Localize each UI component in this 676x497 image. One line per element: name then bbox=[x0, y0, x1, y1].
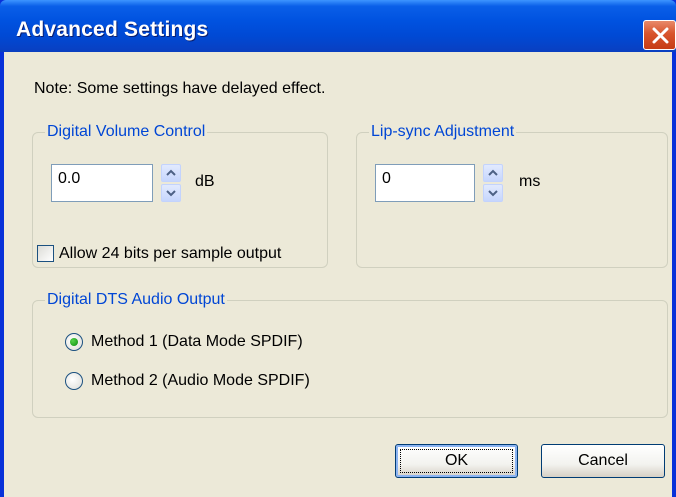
allow-24bit-checkbox[interactable] bbox=[37, 245, 54, 262]
method1-label[interactable]: Method 1 (Data Mode SPDIF) bbox=[91, 333, 303, 351]
method2-label[interactable]: Method 2 (Audio Mode SPDIF) bbox=[91, 372, 310, 390]
cancel-button-label: Cancel bbox=[578, 452, 628, 469]
allow-24bit-label[interactable]: Allow 24 bits per sample output bbox=[59, 245, 281, 263]
volume-spin-down-button[interactable] bbox=[161, 184, 181, 202]
volume-spinner[interactable] bbox=[161, 164, 181, 202]
advanced-settings-dialog: Advanced Settings Note: Some settings ha… bbox=[0, 0, 676, 497]
dts-output-group: Digital DTS Audio Output Method 1 (Data … bbox=[32, 291, 668, 418]
chevron-up-icon bbox=[166, 169, 176, 176]
lipsync-spinner[interactable] bbox=[483, 164, 503, 202]
close-icon bbox=[652, 27, 669, 44]
lipsync-spin-up-button[interactable] bbox=[483, 164, 503, 182]
lipsync-spin-down-button[interactable] bbox=[483, 184, 503, 202]
chevron-down-icon bbox=[166, 190, 176, 197]
lipsync-unit: ms bbox=[519, 173, 541, 190]
method2-radio[interactable] bbox=[65, 372, 83, 390]
lipsync-group-label: Lip-sync Adjustment bbox=[369, 123, 517, 141]
lipsync-group: Lip-sync Adjustment 0 ms bbox=[356, 123, 668, 268]
close-button[interactable] bbox=[643, 20, 676, 50]
title-bar[interactable]: Advanced Settings bbox=[0, 0, 676, 52]
volume-unit: dB bbox=[195, 173, 215, 190]
radio-selected-dot bbox=[70, 338, 78, 346]
lipsync-input[interactable]: 0 bbox=[375, 164, 475, 202]
method1-radio[interactable] bbox=[65, 333, 83, 351]
volume-input[interactable]: 0.0 bbox=[51, 164, 153, 202]
volume-group-label: Digital Volume Control bbox=[45, 123, 208, 141]
volume-spin-up-button[interactable] bbox=[161, 164, 181, 182]
note-text: Note: Some settings have delayed effect. bbox=[34, 80, 326, 97]
dts-group-label: Digital DTS Audio Output bbox=[45, 291, 227, 309]
dialog-body: Note: Some settings have delayed effect.… bbox=[4, 52, 672, 497]
chevron-up-icon bbox=[488, 169, 498, 176]
cancel-button[interactable]: Cancel bbox=[541, 444, 665, 478]
chevron-down-icon bbox=[488, 190, 498, 197]
focus-rect bbox=[400, 449, 513, 473]
dialog-title: Advanced Settings bbox=[16, 18, 209, 41]
ok-button[interactable]: OK bbox=[395, 444, 518, 478]
